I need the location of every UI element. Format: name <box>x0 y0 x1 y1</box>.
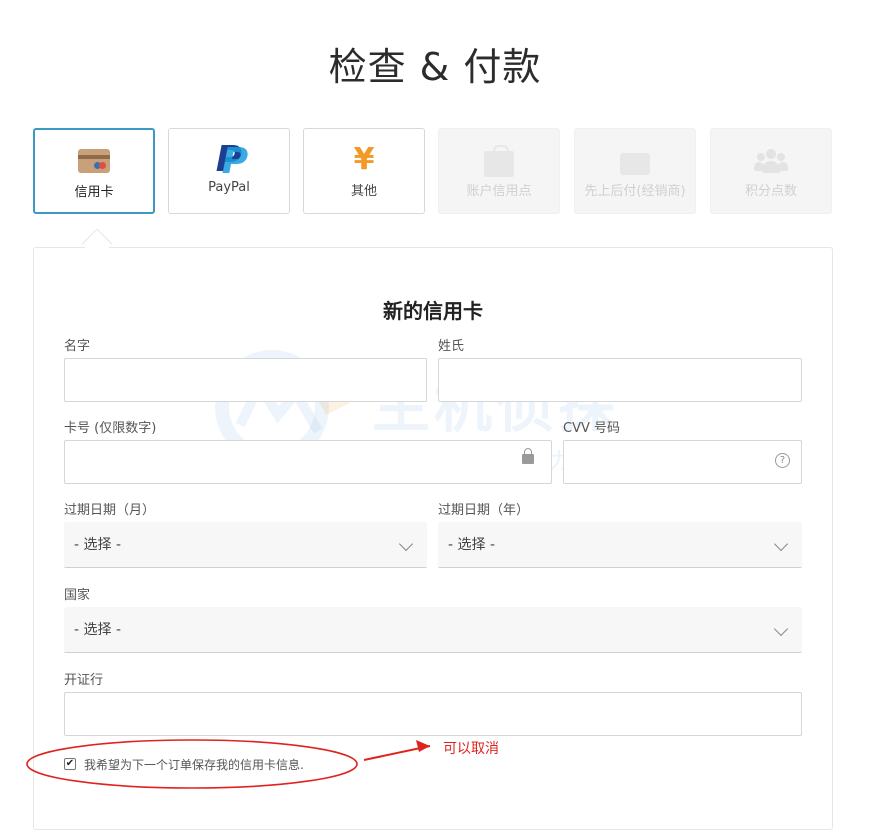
annotation-ellipse <box>26 739 358 789</box>
annotation-overlay <box>26 739 431 789</box>
annotation-arrowhead <box>416 740 430 752</box>
annotation-text: 可以取消 <box>443 741 499 757</box>
